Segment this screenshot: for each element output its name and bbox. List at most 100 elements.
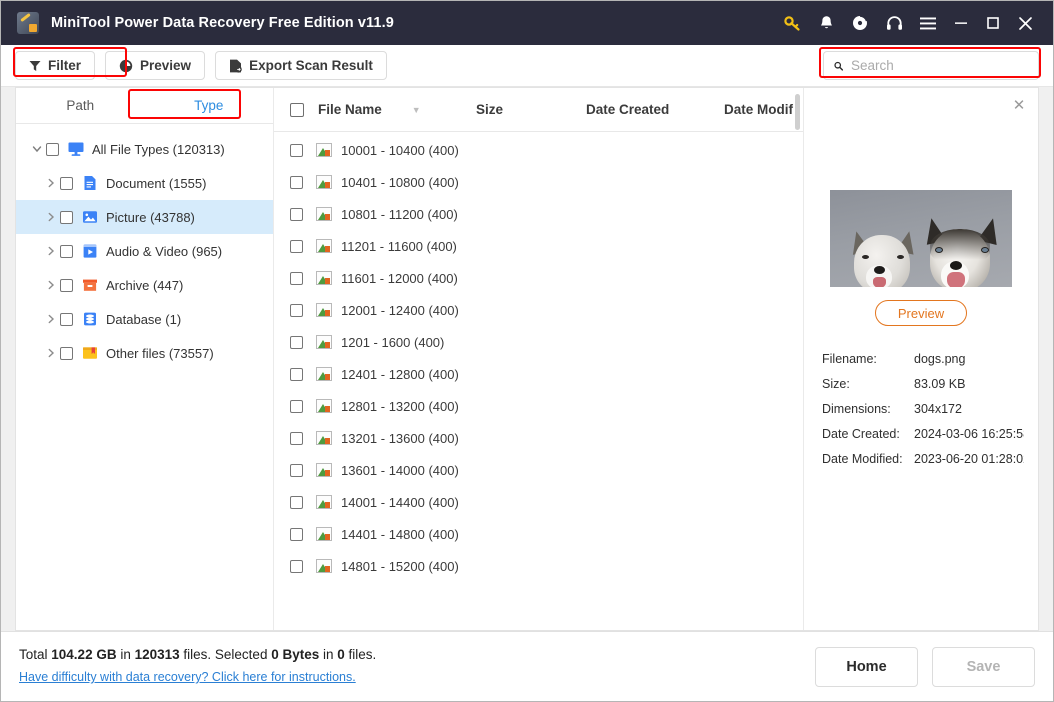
row-checkbox[interactable] xyxy=(290,175,303,189)
table-row[interactable]: 11601 - 12000 (400) xyxy=(274,262,803,294)
column-header-size[interactable]: Size xyxy=(476,102,586,117)
row-checkbox[interactable] xyxy=(290,239,303,253)
disc-icon[interactable] xyxy=(843,1,877,45)
save-button[interactable]: Save xyxy=(932,646,1035,687)
bell-icon[interactable] xyxy=(809,1,843,45)
headphones-icon[interactable] xyxy=(877,1,911,45)
table-row[interactable]: 10001 - 10400 (400) xyxy=(274,134,803,166)
metadata-value: 304x172 xyxy=(914,402,962,416)
image-file-icon xyxy=(316,143,332,157)
column-header-date-created[interactable]: Date Created xyxy=(586,102,724,117)
minimize-button[interactable] xyxy=(945,1,977,45)
tab-path[interactable]: Path xyxy=(16,88,145,123)
row-checkbox[interactable] xyxy=(290,495,303,509)
image-file-icon xyxy=(316,239,332,253)
table-row[interactable]: 10401 - 10800 (400) xyxy=(274,166,803,198)
chevron-right-icon[interactable] xyxy=(42,212,60,222)
file-name-cell: 12401 - 12800 (400) xyxy=(341,366,459,382)
minitool-logo-icon xyxy=(17,12,39,34)
preview-action-button[interactable]: Preview xyxy=(874,300,968,326)
close-button[interactable] xyxy=(1009,1,1041,45)
tree-item-document[interactable]: Document (1555) xyxy=(16,166,273,200)
table-row[interactable]: 13201 - 13600 (400) xyxy=(274,422,803,454)
table-row[interactable]: 14001 - 14400 (400) xyxy=(274,486,803,518)
search-input[interactable] xyxy=(851,58,1028,73)
chevron-right-icon[interactable] xyxy=(42,246,60,256)
chevron-right-icon[interactable] xyxy=(42,178,60,188)
instructions-link[interactable]: Have difficulty with data recovery? Clic… xyxy=(19,670,356,684)
chevron-right-icon[interactable] xyxy=(42,348,60,358)
export-scan-result-button[interactable]: Export Scan Result xyxy=(215,51,387,80)
preview-eye-icon xyxy=(119,59,133,72)
tab-type[interactable]: Type xyxy=(144,88,273,123)
sort-desc-icon[interactable]: ▼ xyxy=(412,105,421,115)
file-list-panel: File Name ▼ Size Date Created Date Modif… xyxy=(274,88,804,630)
table-row[interactable]: 11201 - 11600 (400) xyxy=(274,230,803,262)
tree-item-label: Archive (447) xyxy=(106,277,184,293)
file-list-body: 10001 - 10400 (400) 10401 - 10800 (400) … xyxy=(274,132,803,630)
chevron-right-icon[interactable] xyxy=(42,280,60,290)
thumbnail-wrapper xyxy=(818,190,1024,287)
row-checkbox[interactable] xyxy=(290,527,303,541)
maximize-button[interactable] xyxy=(977,1,1009,45)
tree-item-database[interactable]: Database (1) xyxy=(16,302,273,336)
select-all-checkbox[interactable] xyxy=(290,102,304,117)
image-file-icon xyxy=(316,271,332,285)
row-checkbox[interactable] xyxy=(290,463,303,477)
tree-checkbox[interactable] xyxy=(46,142,59,156)
row-checkbox[interactable] xyxy=(290,143,303,157)
column-header-file-name[interactable]: File Name ▼ xyxy=(318,102,476,117)
file-name-cell: 13201 - 13600 (400) xyxy=(341,430,459,446)
table-row[interactable]: 14801 - 15200 (400) xyxy=(274,550,803,582)
row-checkbox[interactable] xyxy=(290,431,303,445)
row-checkbox[interactable] xyxy=(290,367,303,381)
table-row[interactable]: 12001 - 12400 (400) xyxy=(274,294,803,326)
document-icon xyxy=(82,175,98,191)
tree-item-audio-video[interactable]: Audio & Video (965) xyxy=(16,234,273,268)
preview-button[interactable]: Preview xyxy=(105,51,206,80)
preview-button-wrapper: Preview xyxy=(818,300,1024,326)
row-checkbox[interactable] xyxy=(290,207,303,221)
tree-checkbox[interactable] xyxy=(60,244,73,258)
tree-item-other-files[interactable]: Other files (73557) xyxy=(16,336,273,370)
file-name-cell: 10001 - 10400 (400) xyxy=(341,142,459,158)
key-icon[interactable] xyxy=(775,1,809,45)
tree-checkbox[interactable] xyxy=(60,312,73,326)
table-row[interactable]: 13601 - 14000 (400) xyxy=(274,454,803,486)
image-file-icon xyxy=(316,431,332,445)
toolbar: Filter Preview Export Scan Result xyxy=(1,45,1053,87)
file-name-cell: 12001 - 12400 (400) xyxy=(341,302,459,318)
row-checkbox[interactable] xyxy=(290,559,303,573)
tree-checkbox[interactable] xyxy=(60,210,73,224)
tree-checkbox[interactable] xyxy=(60,176,73,190)
search-box[interactable] xyxy=(823,51,1039,80)
status-selected-files: 0 xyxy=(337,647,345,662)
chevron-down-icon[interactable] xyxy=(28,144,46,154)
column-header-date-modified[interactable]: Date Modif xyxy=(724,102,803,117)
table-row[interactable]: 12801 - 13200 (400) xyxy=(274,390,803,422)
home-button[interactable]: Home xyxy=(815,646,918,687)
application-window: MiniTool Power Data Recovery Free Editio… xyxy=(0,0,1054,702)
image-file-icon xyxy=(316,335,332,349)
row-checkbox[interactable] xyxy=(290,271,303,285)
file-list-scrollbar[interactable] xyxy=(795,94,800,130)
close-icon[interactable]: ✕ xyxy=(1010,96,1028,114)
menu-icon[interactable] xyxy=(911,1,945,45)
table-row[interactable]: 1201 - 1600 (400) xyxy=(274,326,803,358)
tree-item-picture[interactable]: Picture (43788) xyxy=(16,200,273,234)
tree-item-archive[interactable]: Archive (447) xyxy=(16,268,273,302)
row-checkbox[interactable] xyxy=(290,303,303,317)
table-row[interactable]: 10801 - 11200 (400) xyxy=(274,198,803,230)
table-row[interactable]: 14401 - 14800 (400) xyxy=(274,518,803,550)
tree-checkbox[interactable] xyxy=(60,346,73,360)
tree-checkbox[interactable] xyxy=(60,278,73,292)
tree-item-all-file-types[interactable]: All File Types (120313) xyxy=(16,132,273,166)
table-row[interactable]: 12401 - 12800 (400) xyxy=(274,358,803,390)
chevron-right-icon[interactable] xyxy=(42,314,60,324)
row-checkbox[interactable] xyxy=(290,335,303,349)
file-metadata: Filename: dogs.png Size: 83.09 KB Dimens… xyxy=(818,352,1024,477)
filter-button[interactable]: Filter xyxy=(15,51,96,80)
row-checkbox[interactable] xyxy=(290,399,303,413)
two-huskies-photo[interactable] xyxy=(830,190,1012,287)
status-prefix: Total xyxy=(19,647,52,662)
